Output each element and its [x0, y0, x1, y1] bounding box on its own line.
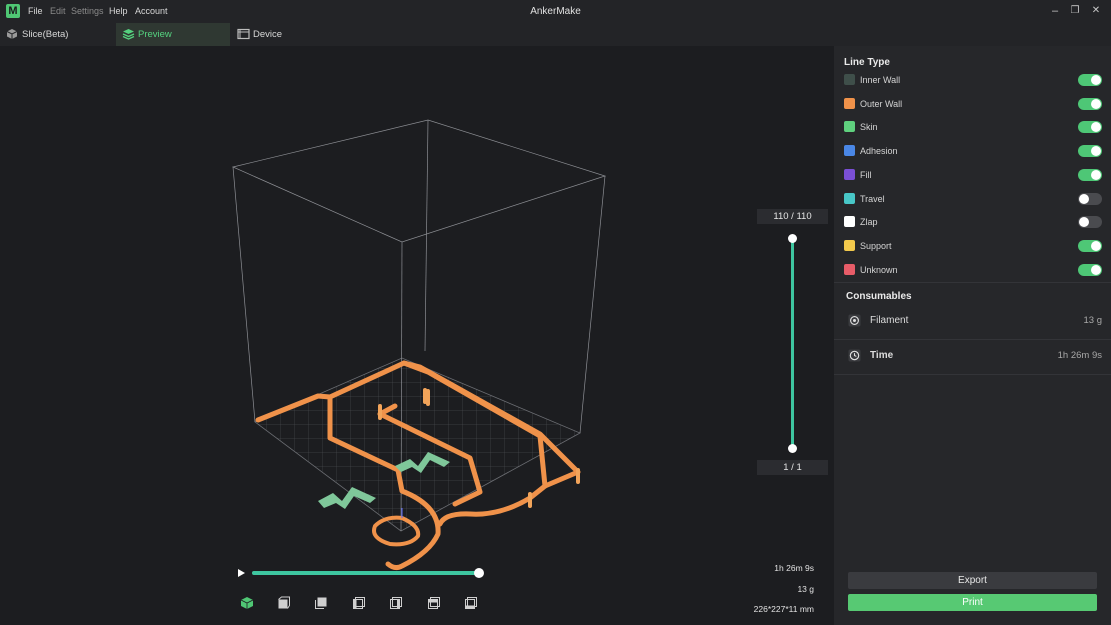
left-view-icon[interactable]: [352, 596, 366, 610]
layer-slider-top-handle[interactable]: [788, 234, 797, 243]
time-label: Time: [870, 350, 894, 361]
line-type-title: Line Type: [844, 57, 890, 68]
minimize-button[interactable]: –: [1048, 4, 1062, 18]
line-type-label: Outer Wall: [860, 98, 903, 109]
line-type-label: Fill: [860, 169, 872, 180]
front-view-icon[interactable]: [277, 596, 291, 610]
line-type-toggle[interactable]: [1078, 239, 1102, 252]
line-type-color-swatch: [844, 263, 855, 275]
layers-icon: [122, 29, 135, 40]
line-type-label: Skin: [860, 122, 878, 133]
close-button[interactable]: ✕: [1089, 4, 1103, 18]
line-type-row: Unknown: [844, 261, 1102, 279]
export-button[interactable]: Export: [848, 572, 1097, 589]
filament-label: Filament: [870, 315, 909, 326]
line-type-label: Adhesion: [860, 146, 898, 157]
back-view-icon[interactable]: [314, 596, 328, 610]
top-view-icon[interactable]: [427, 596, 441, 610]
layer-top-readout: 110 / 110: [757, 209, 828, 224]
iso-view-icon[interactable]: [240, 596, 254, 610]
tab-device[interactable]: Device: [231, 23, 311, 46]
stat-weight: 13 g: [797, 584, 814, 594]
tab-preview-label: Preview: [138, 29, 172, 40]
tab-slice-label: Slice(Beta): [22, 29, 69, 40]
line-type-row: Outer Wall: [844, 95, 1102, 113]
line-type-toggle[interactable]: [1078, 121, 1102, 134]
filament-value: 13 g: [1083, 315, 1103, 326]
layer-slider-track[interactable]: [791, 238, 794, 448]
stat-dimensions: 226*227*11 mm: [753, 604, 814, 614]
right-panel: Line Type Inner Wall Outer Wall Skin Adhesi…: [834, 46, 1111, 625]
cube-icon: [6, 29, 18, 39]
line-type-row: Fill: [844, 166, 1102, 184]
line-type-color-swatch: [844, 97, 855, 109]
line-type-row: Travel: [844, 190, 1102, 208]
line-type-row: Zlap: [844, 213, 1102, 231]
progress-fill: [252, 571, 479, 575]
clock-icon: [848, 349, 861, 362]
line-type-row: Inner Wall: [844, 71, 1102, 89]
line-type-label: Unknown: [860, 264, 898, 275]
line-type-row: Skin: [844, 118, 1102, 136]
line-type-row: Adhesion: [844, 142, 1102, 160]
divider: [834, 339, 1111, 340]
progress-track[interactable]: [252, 571, 479, 575]
tab-bar: Slice(Beta) Preview Device: [0, 23, 1111, 46]
line-type-toggle[interactable]: [1078, 145, 1102, 158]
line-type-label: Zlap: [860, 217, 878, 228]
time-row: Time 1h 26m 9s: [844, 347, 1102, 367]
preview-viewport[interactable]: 110 / 110 1 / 1 1h 26m 9s 13 g 226*227*1…: [0, 46, 834, 625]
line-type-color-swatch: [844, 121, 855, 133]
time-value: 1h 26m 9s: [1057, 350, 1102, 361]
window-title: AnkerMake: [530, 6, 581, 17]
layer-bottom-readout: 1 / 1: [757, 460, 828, 475]
line-type-label: Travel: [860, 193, 885, 204]
print-button[interactable]: Print: [848, 594, 1097, 611]
line-type-color-swatch: [844, 168, 855, 180]
line-type-label: Support: [860, 240, 892, 251]
line-type-color-swatch: [844, 145, 855, 157]
right-view-icon[interactable]: [389, 596, 403, 610]
title-bar: M File Edit Settings Help Account AnkerM…: [0, 0, 1111, 23]
layer-slider-bottom-handle[interactable]: [788, 444, 797, 453]
line-type-toggle[interactable]: [1078, 263, 1102, 276]
line-type-row: Support: [844, 237, 1102, 255]
tab-slice[interactable]: Slice(Beta): [0, 23, 110, 46]
line-type-toggle[interactable]: [1078, 97, 1102, 110]
print-volume-scene[interactable]: [0, 46, 834, 625]
line-type-toggle[interactable]: [1078, 192, 1102, 205]
play-icon[interactable]: [236, 568, 246, 578]
divider: [834, 374, 1111, 375]
tab-device-label: Device: [253, 29, 283, 40]
divider: [834, 282, 1111, 283]
stat-print-time: 1h 26m 9s: [774, 563, 814, 573]
filament-row: Filament 13 g: [844, 312, 1102, 332]
line-type-toggle[interactable]: [1078, 216, 1102, 229]
line-type-color-swatch: [844, 74, 855, 85]
filament-spool-icon: [848, 314, 861, 327]
tab-preview[interactable]: Preview: [116, 23, 230, 46]
bottom-view-icon[interactable]: [464, 596, 478, 610]
device-icon: [237, 28, 250, 40]
line-type-color-swatch: [844, 192, 855, 204]
line-type-toggle[interactable]: [1078, 168, 1102, 181]
consumables-title: Consumables: [846, 291, 912, 302]
line-type-color-swatch: [844, 239, 855, 251]
line-type-toggle[interactable]: [1078, 74, 1102, 86]
line-type-label: Inner Wall: [860, 75, 901, 85]
restore-button[interactable]: ❐: [1068, 4, 1082, 18]
progress-handle[interactable]: [474, 568, 484, 578]
line-type-color-swatch: [844, 216, 855, 228]
